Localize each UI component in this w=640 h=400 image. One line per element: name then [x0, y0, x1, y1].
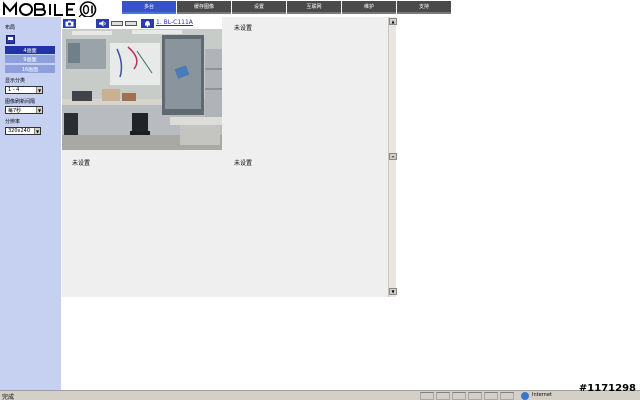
status-segment: [500, 392, 514, 400]
chevron-down-icon: ▼: [36, 107, 42, 113]
display-group-select[interactable]: 1 - 4 ▼: [5, 86, 43, 94]
chevron-down-icon: ▼: [36, 87, 42, 93]
status-text: 完成: [2, 394, 15, 400]
camera-feed-image[interactable]: [62, 29, 222, 150]
display-group-value: 1 - 4: [8, 87, 20, 93]
mic-slider[interactable]: [125, 21, 137, 26]
tab-maintenance[interactable]: 维护: [342, 1, 396, 14]
mobile01-logo: [2, 1, 122, 18]
chevron-down-icon: ▼: [34, 128, 40, 134]
refresh-interval-label: 图像刷新间隔: [5, 99, 36, 105]
refresh-interval-select[interactable]: 每7秒 ▼: [5, 106, 43, 114]
status-bar: 完成 Internet: [0, 390, 640, 400]
tab-multi[interactable]: 多台: [122, 1, 176, 14]
layout-16-button[interactable]: 16画面: [5, 65, 55, 73]
tab-support[interactable]: 支持: [397, 1, 451, 14]
scroll-thumb[interactable]: ≡: [389, 153, 397, 160]
resolution-select[interactable]: 320x240 ▼: [5, 127, 41, 135]
display-group-label: 显示分类: [5, 78, 26, 84]
unset-cell-2: 未设置: [234, 25, 253, 32]
bell-icon[interactable]: [141, 19, 154, 28]
unset-cell-4: 未设置: [234, 160, 253, 167]
refresh-interval-value: 每7秒: [8, 107, 22, 114]
layout-9-button[interactable]: 9画面: [5, 55, 55, 63]
scroll-down-button[interactable]: ▼: [389, 288, 397, 295]
audio-icon[interactable]: [96, 19, 109, 28]
scroll-up-button[interactable]: ▲: [389, 18, 397, 25]
volume-slider[interactable]: [111, 21, 123, 26]
resolution-label: 分辨率: [5, 119, 21, 125]
unset-cell-3: 未设置: [72, 160, 91, 167]
tab-internet[interactable]: 互联网: [287, 1, 341, 14]
tab-settings[interactable]: 设置: [232, 1, 286, 14]
status-segment: [436, 392, 450, 400]
top-bar: 多台 缓存图像 设置 互联网 维护 支持: [0, 0, 640, 18]
camera-header: 1. BL-C111A: [62, 17, 222, 29]
vertical-scrollbar[interactable]: ▲ ≡ ▼: [388, 17, 397, 297]
status-segment: [452, 392, 466, 400]
globe-icon: [521, 392, 529, 400]
camera-grid: 1. BL-C111A 未设置 未设置 未设置: [62, 17, 388, 297]
camera-name-link[interactable]: 1. BL-C111A: [156, 19, 193, 26]
app-root: 多台 缓存图像 设置 互联网 维护 支持 布局 4画面 9画面 16画面 显示分…: [0, 0, 640, 400]
layout-label: 布局: [5, 25, 16, 31]
status-segment: [484, 392, 498, 400]
layout-4-button[interactable]: 4画面: [5, 46, 55, 54]
main-tabs: 多台 缓存图像 设置 互联网 维护 支持: [122, 1, 452, 14]
camera-icon[interactable]: [63, 19, 76, 28]
status-segment: [468, 392, 482, 400]
sidebar: 布局 4画面 9画面 16画面 显示分类 1 - 4 ▼ 图像刷新间隔 每7秒 …: [0, 17, 61, 390]
tab-buffered-images[interactable]: 缓存图像: [177, 1, 231, 14]
resolution-value: 320x240: [8, 128, 31, 134]
save-icon[interactable]: [6, 35, 15, 44]
zone-text: Internet: [532, 392, 552, 398]
status-segment: [420, 392, 434, 400]
watermark: #1171298: [578, 383, 636, 394]
